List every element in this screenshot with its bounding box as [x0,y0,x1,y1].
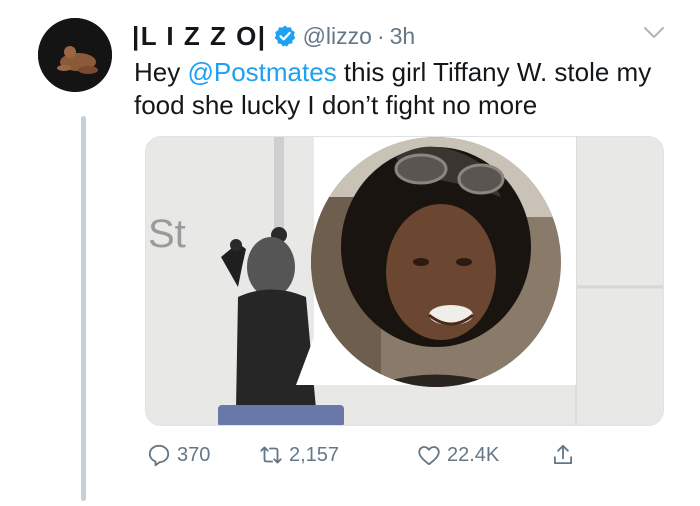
tweet-header: |L I Z Z O| @lizzo · 3h [132,20,415,52]
chevron-down-icon[interactable] [643,26,665,40]
tweet-actions: 370 2,157 22.4K [146,440,666,470]
reply-count: 370 [177,443,211,466]
verified-badge-icon [274,25,295,47]
timestamp[interactable]: 3h [390,23,416,50]
like-count: 22.4K [447,443,500,466]
avatar[interactable] [38,18,112,92]
tweet-text: Hey @Postmates this girl Tiffany W. stol… [134,56,674,122]
retweet-icon [260,446,282,464]
media-illustration: St [146,137,663,425]
thread-line [81,116,86,501]
display-name[interactable]: |L I Z Z O| [132,21,267,52]
heart-icon [418,446,440,466]
sign-text: St [148,212,186,256]
share-button[interactable] [550,440,576,470]
media-image[interactable]: St [145,136,664,426]
retweet-button[interactable]: 2,157 [258,440,339,470]
avatar-image [38,18,112,92]
share-icon [553,444,573,465]
reply-icon [148,444,170,467]
handle[interactable]: @lizzo [303,23,372,50]
retweet-count: 2,157 [289,443,340,466]
tweet-text-start: Hey [134,57,188,87]
like-button[interactable]: 22.4K [416,440,499,470]
mention-link[interactable]: @Postmates [187,57,336,87]
separator-dot: · [376,22,385,49]
reply-button[interactable]: 370 [146,440,210,470]
